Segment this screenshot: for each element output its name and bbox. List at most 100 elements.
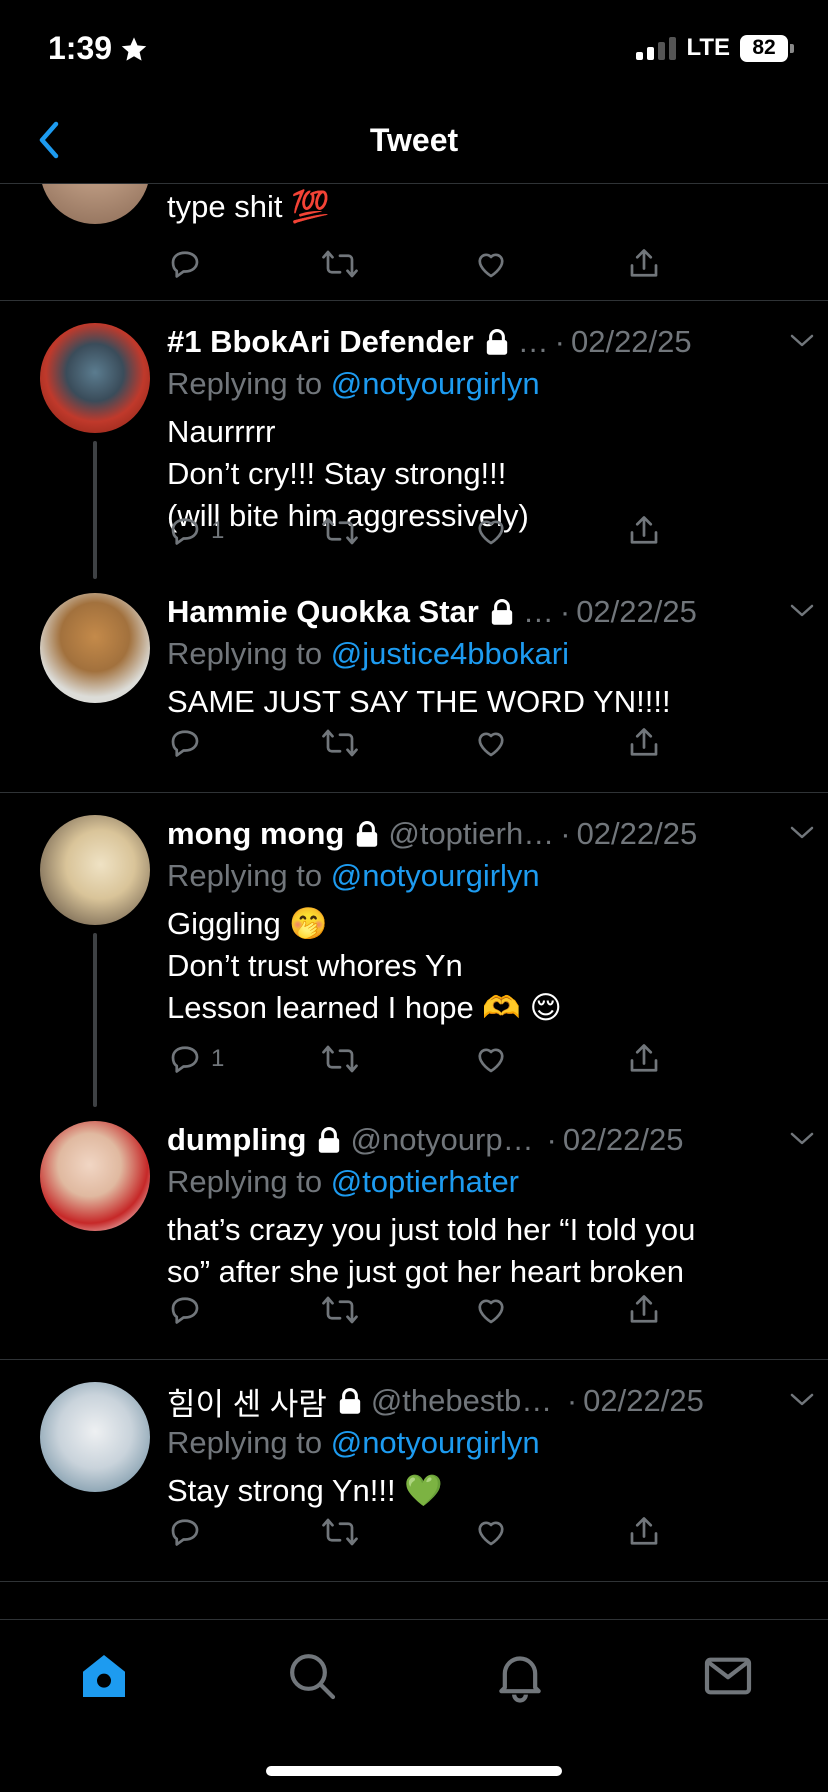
display-name[interactable]: 힘이 센 사람 bbox=[167, 1379, 327, 1424]
retweet-icon bbox=[322, 517, 358, 545]
tweet-date: 02/22/25 bbox=[576, 816, 698, 851]
reply-button[interactable] bbox=[167, 1290, 320, 1330]
chevron-down-icon[interactable] bbox=[788, 1390, 816, 1410]
avatar[interactable] bbox=[40, 1121, 150, 1231]
retweet-button[interactable] bbox=[320, 1512, 473, 1552]
tweet-header: dumpling @notyourpri… · 02/22/25 bbox=[167, 1122, 684, 1158]
reply-button[interactable] bbox=[167, 244, 320, 284]
search-icon bbox=[290, 1654, 336, 1700]
reply-icon bbox=[171, 518, 199, 545]
display-name[interactable]: mong mong bbox=[167, 816, 344, 852]
bell-icon bbox=[499, 1656, 541, 1703]
replying-prefix: Replying to bbox=[167, 858, 323, 893]
tweet-text-line: SAME JUST SAY THE WORD YN!!!! bbox=[167, 684, 671, 719]
retweet-button[interactable] bbox=[320, 244, 473, 284]
reply-button[interactable]: 1 bbox=[167, 511, 320, 551]
tweet-text: Stay strong Yn!!! 💚 bbox=[167, 1470, 798, 1512]
display-name[interactable]: Hammie Quokka Star bbox=[167, 594, 479, 630]
home-icon bbox=[83, 1655, 125, 1697]
like-button[interactable] bbox=[473, 244, 626, 284]
replying-to: Replying to @notyourgirlyn bbox=[167, 1422, 798, 1464]
like-button[interactable] bbox=[473, 723, 626, 763]
retweet-button[interactable] bbox=[320, 1039, 473, 1079]
chevron-down-icon[interactable] bbox=[788, 1129, 816, 1149]
share-button[interactable] bbox=[626, 1512, 662, 1552]
tweet-text: Giggling 🤭 Don’t trust whores Yn Lesson … bbox=[167, 903, 798, 1029]
tweet-text-line: Don’t cry!!! Stay strong!!! bbox=[167, 456, 507, 491]
user-handle: @notyourpri… bbox=[350, 1122, 541, 1157]
tweet[interactable]: #1 BbokAri Defender … · 02/22/25 Replyin… bbox=[0, 301, 828, 579]
tab-search[interactable] bbox=[284, 1648, 340, 1704]
battery-level: 82 bbox=[740, 34, 788, 62]
tweet-actions bbox=[167, 1290, 687, 1330]
retweet-icon bbox=[322, 1518, 358, 1546]
avatar[interactable] bbox=[40, 815, 150, 925]
tweet-actions bbox=[167, 244, 687, 284]
reply-count: 1 bbox=[211, 517, 225, 544]
like-button[interactable] bbox=[473, 1512, 626, 1552]
retweet-button[interactable] bbox=[320, 511, 473, 551]
reply-icon bbox=[171, 1297, 199, 1324]
tweet-date: 02/22/25 bbox=[583, 1383, 704, 1418]
tweet-text-line: that’s crazy you just told her “I told y… bbox=[167, 1212, 696, 1247]
page-title: Tweet bbox=[369, 122, 459, 158]
lock-icon bbox=[319, 1127, 340, 1153]
tweet[interactable]: mong mong @toptierh… · 02/22/25 Replying… bbox=[0, 793, 828, 1107]
mention-link[interactable]: @notyourgirlyn bbox=[331, 366, 540, 401]
status-time-text: 1:39 bbox=[48, 30, 113, 66]
star-icon bbox=[121, 36, 147, 61]
reply-feed[interactable]: type shit 💯 #1 BbokAri Defender … · 02/2… bbox=[0, 184, 828, 1619]
reply-button[interactable]: 1 bbox=[167, 1039, 320, 1079]
avatar[interactable] bbox=[40, 184, 150, 224]
mention-link[interactable]: @notyourgirlyn bbox=[331, 1425, 540, 1460]
like-button[interactable] bbox=[473, 1290, 626, 1330]
heart-icon bbox=[478, 732, 504, 757]
tweet-text-line: type shit 💯 bbox=[167, 189, 330, 224]
lock-icon bbox=[339, 1388, 361, 1414]
tab-notifications[interactable] bbox=[492, 1648, 548, 1704]
share-button[interactable] bbox=[626, 244, 662, 284]
reply-button[interactable] bbox=[167, 1512, 320, 1552]
status-bar: 1:39 LTE 82 bbox=[0, 0, 828, 100]
tweet-actions: 1 bbox=[167, 1039, 687, 1079]
reply-icon bbox=[171, 1046, 199, 1073]
tweet-text-line: Don’t trust whores Yn bbox=[167, 948, 463, 983]
tweet-header: #1 BbokAri Defender … · 02/22/25 bbox=[167, 324, 692, 360]
share-button[interactable] bbox=[626, 723, 662, 763]
mention-link[interactable]: @notyourgirlyn bbox=[331, 858, 540, 893]
tweet-text-line: Lesson learned I hope 🫶 😌 bbox=[167, 990, 562, 1025]
share-button[interactable] bbox=[626, 1290, 662, 1330]
mention-link[interactable]: @justice4bbokari bbox=[331, 636, 569, 671]
avatar[interactable] bbox=[40, 593, 150, 703]
share-icon bbox=[630, 1295, 658, 1323]
replying-prefix: Replying to bbox=[167, 636, 323, 671]
mention-link[interactable]: @toptierhater bbox=[331, 1164, 519, 1199]
reply-button[interactable] bbox=[167, 723, 320, 763]
tweet[interactable]: 힘이 센 사람 @thebestbo… · 02/22/25 Replying … bbox=[0, 1360, 828, 1582]
retweet-button[interactable] bbox=[320, 1290, 473, 1330]
heart-icon bbox=[478, 520, 504, 545]
tweet-header: Hammie Quokka Star … · 02/22/25 bbox=[167, 594, 697, 630]
display-name[interactable]: dumpling bbox=[167, 1122, 306, 1158]
avatar[interactable] bbox=[40, 323, 150, 433]
tab-messages[interactable] bbox=[700, 1648, 756, 1704]
like-button[interactable] bbox=[473, 1039, 626, 1079]
share-button[interactable] bbox=[626, 511, 662, 551]
tweet-partial[interactable]: type shit 💯 bbox=[0, 184, 828, 301]
tweet[interactable]: dumpling @notyourpri… · 02/22/25 Replyin… bbox=[0, 1099, 828, 1360]
reply-icon bbox=[171, 1519, 199, 1546]
chevron-down-icon[interactable] bbox=[788, 601, 816, 621]
lock-icon bbox=[491, 599, 513, 625]
reply-icon bbox=[171, 730, 199, 757]
share-button[interactable] bbox=[626, 1039, 662, 1079]
mail-icon bbox=[704, 1657, 752, 1695]
tweet[interactable]: Hammie Quokka Star … · 02/22/25 Replying… bbox=[0, 571, 828, 793]
like-button[interactable] bbox=[473, 511, 626, 551]
chevron-down-icon[interactable] bbox=[788, 331, 816, 351]
retweet-button[interactable] bbox=[320, 723, 473, 763]
avatar[interactable] bbox=[40, 1382, 150, 1492]
display-name[interactable]: #1 BbokAri Defender bbox=[167, 324, 474, 360]
tweet-text-line: Naurrrrr bbox=[167, 414, 276, 449]
tab-home[interactable] bbox=[76, 1648, 132, 1704]
chevron-down-icon[interactable] bbox=[788, 823, 816, 843]
